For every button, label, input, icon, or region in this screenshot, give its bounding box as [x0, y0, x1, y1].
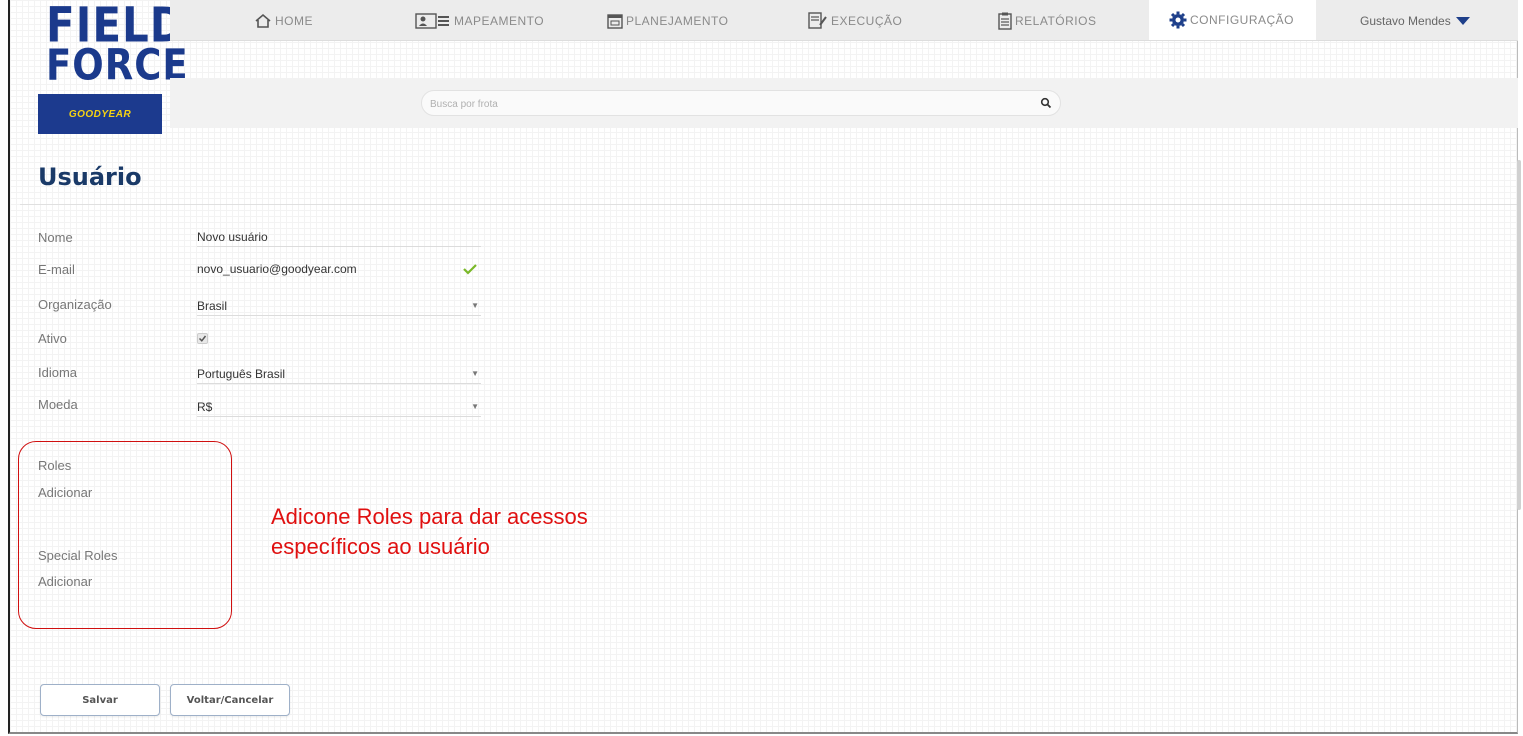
roles-annotation: Adicone Roles para dar acessos específic…: [271, 502, 731, 562]
nav-configuracao[interactable]: CONFIGURAÇÃO: [1149, 0, 1317, 40]
goodyear-wordmark: GOODYEAR: [68, 108, 132, 120]
add-role-link[interactable]: Adicionar: [38, 485, 92, 500]
nav-planejamento[interactable]: PLANEJAMENTO: [607, 9, 728, 33]
dropdown-arrow-icon: ▼: [471, 301, 479, 310]
nav-mapeamento[interactable]: MAPEAMENTO: [415, 9, 544, 33]
nav-home-label: HOME: [275, 14, 313, 28]
save-button[interactable]: Salvar: [40, 684, 160, 716]
caret-down-icon: [1455, 17, 1470, 25]
title-divider: [20, 204, 1518, 205]
nav-home[interactable]: HOME: [254, 9, 313, 33]
user-menu[interactable]: Gustavo Mendes: [1360, 9, 1470, 33]
email-label: E-mail: [38, 262, 75, 277]
calendar-icon: [607, 14, 623, 29]
search-input[interactable]: [428, 93, 1022, 115]
top-navigation: HOME MAPEAMENTO PLANEJAMENTO EXECUÇÃO RE…: [170, 0, 1518, 41]
organizacao-label: Organização: [38, 297, 112, 312]
nome-label: Nome: [38, 230, 73, 245]
annotation-line1: Adicone Roles para dar acessos: [271, 504, 588, 529]
nav-relatorios-label: RELATÓRIOS: [1015, 14, 1097, 28]
idioma-select[interactable]: Português Brasil ▼: [197, 364, 481, 384]
dropdown-arrow-icon: ▼: [471, 369, 479, 378]
nav-relatorios[interactable]: RELATÓRIOS: [998, 9, 1096, 33]
logo-line2: FORCE: [46, 40, 189, 90]
user-name: Gustavo Mendes: [1360, 14, 1451, 28]
idioma-label: Idioma: [38, 365, 78, 380]
nav-configuracao-label: CONFIGURAÇÃO: [1190, 13, 1295, 27]
checkmark-icon: [198, 335, 207, 342]
nome-value: Novo usuário: [197, 229, 268, 244]
moeda-value: R$: [197, 399, 213, 414]
special-roles-label: Special Roles: [38, 548, 118, 563]
nav-planejamento-label: PLANEJAMENTO: [626, 14, 729, 28]
organizacao-select[interactable]: Brasil ▼: [197, 296, 481, 316]
moeda-select[interactable]: R$ ▼: [197, 397, 481, 417]
nav-execucao-label: EXECUÇÃO: [831, 14, 903, 28]
roles-label: Roles: [38, 458, 72, 473]
valid-check-icon: [463, 262, 477, 280]
home-icon: [255, 13, 271, 28]
search-icon[interactable]: [1040, 96, 1052, 114]
cancel-button[interactable]: Voltar/Cancelar: [170, 684, 290, 716]
organizacao-value: Brasil: [197, 298, 228, 313]
nav-mapeamento-label: MAPEAMENTO: [454, 14, 545, 28]
scrollbar[interactable]: [1517, 160, 1521, 510]
email-value: novo_usuario@goodyear.com: [197, 262, 357, 276]
fleet-search: [421, 90, 1061, 116]
logo-line1: FIELD: [46, 0, 186, 54]
nome-field[interactable]: Novo usuário: [197, 227, 481, 247]
report-icon: [998, 12, 1012, 30]
ativo-label: Ativo: [38, 331, 67, 346]
nav-execucao[interactable]: EXECUÇÃO: [808, 9, 902, 33]
page-title: Usuário: [38, 163, 142, 191]
email-field[interactable]: novo_usuario@goodyear.com: [197, 259, 481, 279]
goodyear-logo: GOODYEAR: [38, 94, 162, 134]
dropdown-arrow-icon: ▼: [471, 402, 479, 411]
clipboard-edit-icon: [808, 12, 827, 29]
annotation-line2: específicos ao usuário: [271, 534, 490, 559]
add-special-role-link[interactable]: Adicionar: [38, 574, 92, 589]
ativo-checkbox[interactable]: [197, 333, 208, 344]
gear-icon: [1169, 11, 1187, 29]
id-card-icon: [415, 13, 449, 29]
moeda-label: Moeda: [38, 397, 78, 412]
field-force-logo[interactable]: FIELD FORCE GOODYEAR: [38, 0, 189, 134]
idioma-value: Português Brasil: [197, 366, 286, 381]
